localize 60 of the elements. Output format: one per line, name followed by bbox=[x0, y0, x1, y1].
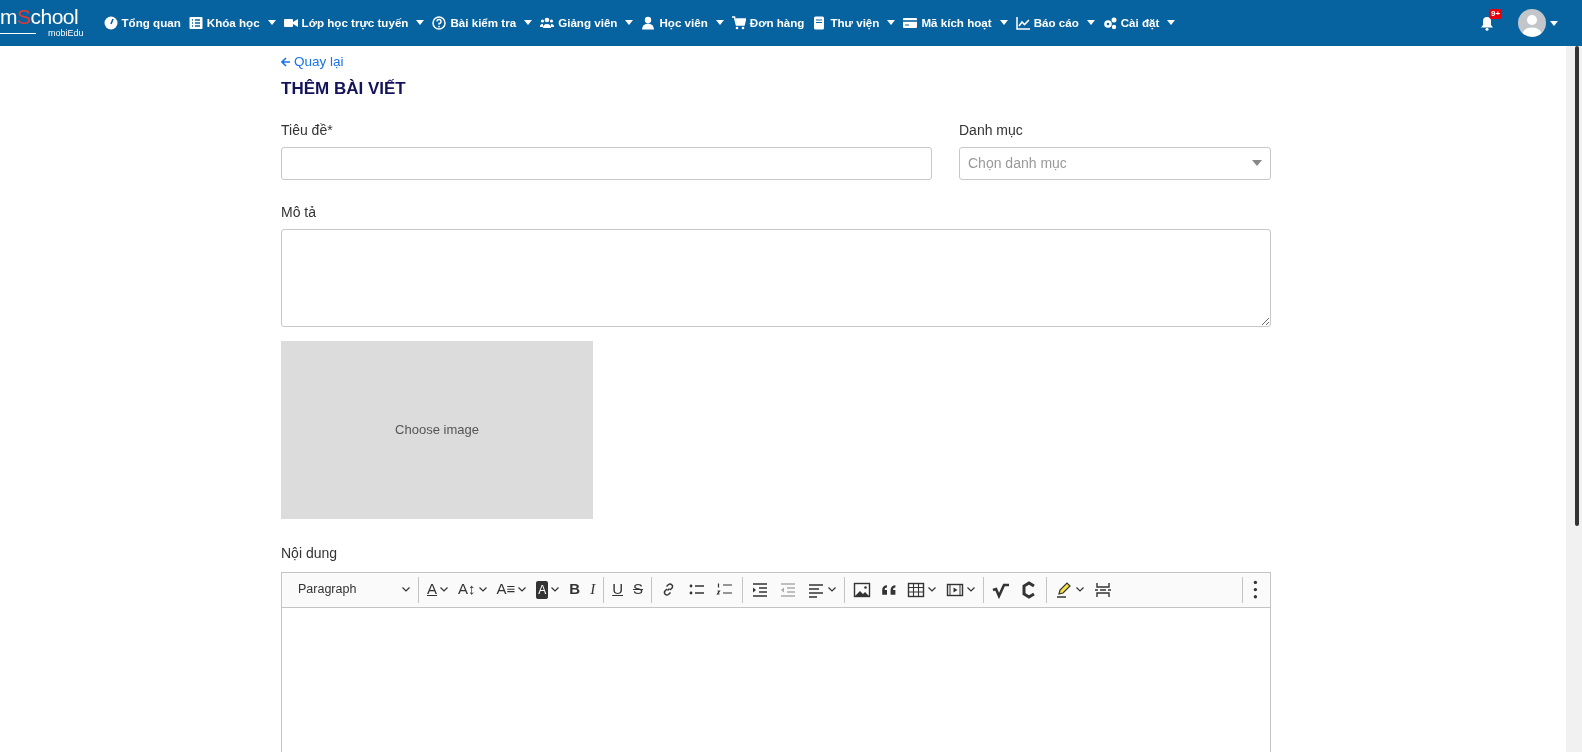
card-icon bbox=[903, 16, 918, 30]
field-label: Danh mục bbox=[959, 120, 1024, 140]
nav-link[interactable]: Tổng quan bbox=[99, 14, 185, 32]
nav-dropdown[interactable]: Cài đặt bbox=[1098, 14, 1180, 32]
caret-icon bbox=[1252, 160, 1262, 166]
more-icon bbox=[1253, 579, 1258, 600]
user-menu-button[interactable] bbox=[1518, 9, 1558, 37]
nav-link[interactable]: Đơn hàng bbox=[727, 14, 809, 32]
format-button[interactable]: I bbox=[586, 576, 600, 603]
dashboard-icon bbox=[103, 16, 118, 30]
bell-icon bbox=[1480, 15, 1494, 31]
question-icon bbox=[432, 16, 447, 30]
nav-dropdown[interactable]: Thư viện bbox=[808, 14, 900, 32]
nav-dropdown[interactable]: Bài kiểm tra bbox=[428, 14, 537, 32]
scrollbar[interactable] bbox=[1566, 46, 1582, 752]
format-button[interactable]: S bbox=[629, 576, 647, 603]
description-field[interactable] bbox=[281, 228, 1271, 327]
field-label: Tiêu đề* bbox=[281, 120, 334, 140]
notification-button[interactable] bbox=[1480, 15, 1494, 31]
logo-line bbox=[0, 33, 36, 34]
nav-dropdown[interactable]: Lớp học trực tuyến bbox=[279, 14, 429, 32]
back-link[interactable]: Quay lại bbox=[281, 52, 344, 73]
title-field[interactable] bbox=[281, 146, 932, 180]
format-button[interactable]: A bbox=[423, 576, 452, 603]
format-button[interactable]: B bbox=[565, 576, 585, 603]
arrow-left-icon bbox=[281, 57, 291, 68]
image-icon bbox=[853, 580, 871, 599]
logo-text: mSchool bbox=[0, 5, 80, 27]
nav-dropdown[interactable]: Khóa học bbox=[184, 14, 280, 32]
format-button[interactable]: U bbox=[608, 576, 627, 603]
notification-badge: 9+ bbox=[1489, 8, 1503, 20]
book-icon bbox=[812, 16, 827, 30]
format-button[interactable]: A bbox=[532, 576, 564, 603]
field-label: Nội dung bbox=[281, 543, 339, 563]
format-button[interactable]: A↕ bbox=[454, 576, 491, 603]
outdent-icon bbox=[779, 580, 797, 599]
logo-subtext: mobiEdu bbox=[48, 26, 84, 40]
nav-dropdown[interactable]: Mã kích hoạt bbox=[899, 14, 1012, 32]
highlighter-icon bbox=[1054, 580, 1073, 599]
paragraph-dropdown[interactable]: Paragraph bbox=[290, 576, 414, 603]
nav-dropdown[interactable]: Học viên bbox=[637, 14, 728, 32]
users-icon bbox=[540, 16, 555, 30]
avatar-icon bbox=[1518, 9, 1546, 37]
nav-dropdown[interactable]: Báo cáo bbox=[1011, 14, 1099, 32]
cart-icon bbox=[731, 16, 746, 30]
user-icon bbox=[641, 16, 656, 30]
line-chart-icon bbox=[1015, 16, 1030, 30]
nav-dropdown[interactable]: Giảng viên bbox=[536, 14, 638, 32]
video-icon bbox=[283, 16, 298, 30]
list-icon bbox=[188, 16, 203, 30]
quote-icon bbox=[881, 583, 897, 596]
table-icon bbox=[906, 580, 925, 599]
field-label: Mô tả bbox=[281, 202, 317, 222]
caret-icon bbox=[1550, 20, 1558, 26]
indent-icon bbox=[751, 580, 769, 599]
gears-icon bbox=[1102, 16, 1117, 30]
format-button[interactable]: A≡ bbox=[492, 576, 531, 603]
page-title: THÊM BÀI VIẾT bbox=[281, 79, 407, 100]
page-break-icon bbox=[1093, 580, 1112, 599]
choose-image-button[interactable]: Choose image bbox=[281, 340, 593, 519]
